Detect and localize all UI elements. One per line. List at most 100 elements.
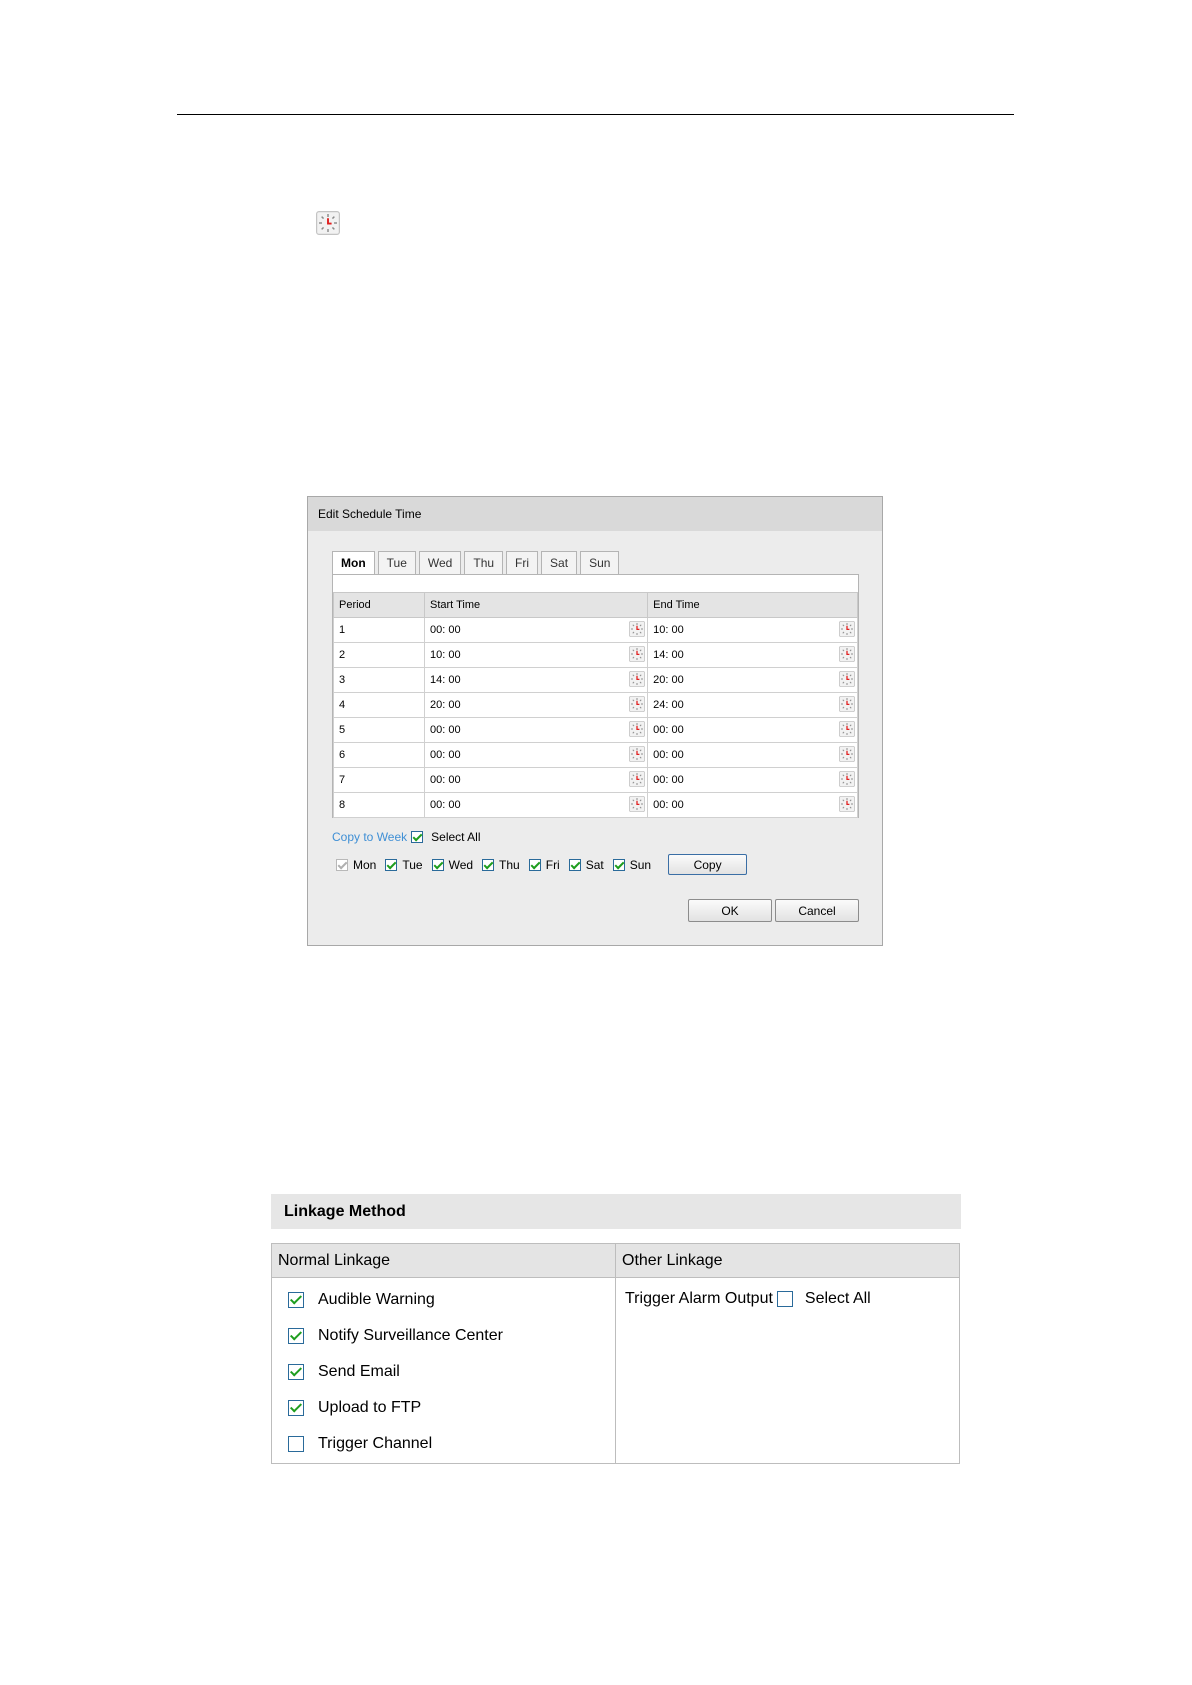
clock-icon[interactable]	[629, 746, 646, 762]
day-checkbox[interactable]	[431, 858, 444, 871]
start-time-cell[interactable]: 00: 00	[423, 617, 649, 643]
tab-thu[interactable]: Thu	[464, 551, 504, 574]
linkage-label: Upload to FTP	[318, 1399, 422, 1416]
linkage-option[interactable]: Upload to FTP	[272, 1390, 615, 1426]
linkage-checkbox[interactable]	[288, 1292, 304, 1308]
trigger-alarm-output-checkbox[interactable]	[776, 1291, 793, 1307]
select-all-checkbox[interactable]	[411, 831, 424, 843]
end-time-value: 00: 00	[653, 774, 684, 786]
tab-tue[interactable]: Tue	[377, 551, 416, 574]
end-time-value: 00: 00	[653, 799, 684, 811]
linkage-checkbox[interactable]	[288, 1436, 304, 1452]
end-time-cell[interactable]: 14: 00	[647, 642, 858, 668]
clock-icon[interactable]	[629, 646, 646, 662]
linkage-option[interactable]: Notify Surveillance Center	[272, 1318, 615, 1354]
normal-linkage-cell: Audible Warning Notify Surveillance Cente…	[271, 1277, 616, 1464]
period-cell: 5	[333, 717, 425, 743]
ok-button[interactable]: OK	[688, 899, 772, 922]
day-checkbox[interactable]	[385, 858, 398, 871]
end-time-value: 20: 00	[653, 674, 684, 686]
schedule-row: 2 10: 00 14: 00	[333, 642, 858, 668]
copy-day-sat[interactable]: Sat	[568, 858, 604, 872]
start-time-value: 00: 00	[430, 724, 461, 736]
schedule-row: 5 00: 00 00: 00	[333, 717, 858, 743]
copy-day-wed[interactable]: Wed	[431, 857, 474, 872]
clock-icon[interactable]	[839, 746, 855, 762]
linkage-option[interactable]: Send Email	[272, 1354, 615, 1390]
clock-icon[interactable]	[839, 796, 855, 812]
tab-fri[interactable]: Fri	[506, 551, 539, 574]
end-time-cell[interactable]: 00: 00	[647, 767, 858, 793]
end-time-value: 10: 00	[653, 624, 684, 636]
start-time-value: 00: 00	[430, 799, 461, 811]
start-time-cell[interactable]: 00: 00	[423, 717, 649, 743]
tab-wed[interactable]: Wed	[418, 551, 462, 574]
end-time-cell[interactable]: 10: 00	[647, 617, 858, 643]
day-checkbox[interactable]	[482, 858, 495, 871]
start-time-value: 00: 00	[430, 749, 461, 761]
period-cell: 4	[333, 692, 425, 718]
end-time-cell[interactable]: 20: 00	[647, 667, 858, 693]
clock-icon[interactable]	[629, 771, 646, 787]
day-checkbox	[336, 858, 348, 871]
end-time-cell[interactable]: 00: 00	[647, 792, 858, 818]
clock-icon[interactable]	[839, 621, 855, 637]
start-time-cell[interactable]: 20: 00	[423, 692, 649, 718]
clock-icon[interactable]	[629, 696, 646, 712]
start-time-cell[interactable]: 10: 00	[423, 642, 649, 668]
copy-button[interactable]: Copy	[668, 854, 748, 875]
day-checkbox[interactable]	[612, 858, 625, 871]
period-cell: 8	[333, 792, 425, 818]
clock-icon[interactable]	[839, 771, 855, 787]
end-time-value: 00: 00	[653, 724, 684, 736]
header-rule	[177, 114, 1014, 115]
clock-icon[interactable]	[629, 721, 646, 737]
linkage-checkbox[interactable]	[288, 1400, 304, 1416]
day-checkbox[interactable]	[528, 858, 541, 871]
tab-sat[interactable]: Sat	[541, 551, 578, 574]
schedule-table: Period Start Time End Time 1 00: 00 10: 00…	[333, 592, 858, 818]
end-time-value: 00: 00	[653, 749, 684, 761]
start-time-cell[interactable]: 14: 00	[423, 667, 649, 693]
copy-day-sun[interactable]: Sun	[612, 858, 651, 872]
copy-day-thu[interactable]: Thu	[482, 858, 520, 872]
tab-mon[interactable]: Mon	[332, 551, 375, 575]
start-time-header: Start Time	[423, 592, 649, 618]
clock-icon[interactable]	[629, 621, 646, 637]
start-time-cell[interactable]: 00: 00	[423, 742, 649, 768]
clock-icon[interactable]	[839, 721, 855, 737]
linkage-method-panel: Linkage Method Normal Linkage Other Link…	[271, 1194, 961, 1464]
day-checkbox[interactable]	[568, 858, 581, 871]
clock-icon[interactable]	[629, 796, 646, 812]
start-time-cell[interactable]: 00: 00	[423, 792, 649, 818]
schedule-row: 6 00: 00 00: 00	[333, 742, 858, 768]
day-label: Tue	[402, 857, 423, 872]
cancel-button[interactable]: Cancel	[775, 899, 859, 922]
copy-to-week-link[interactable]: Copy to Week	[332, 830, 407, 844]
end-time-value: 14: 00	[653, 649, 684, 661]
dialog-title: Edit Schedule Time	[308, 497, 882, 531]
clock-icon[interactable]	[839, 696, 855, 712]
day-tabs: Mon Tue Wed Thu Fri Sat Sun	[332, 551, 622, 575]
period-cell: 2	[333, 642, 425, 668]
end-time-cell[interactable]: 00: 00	[647, 742, 858, 768]
schedule-row: 3 14: 00 20: 00	[333, 667, 858, 693]
day-label: Wed	[448, 857, 474, 872]
copy-day-fri[interactable]: Fri	[528, 858, 560, 872]
end-time-cell[interactable]: 00: 00	[647, 717, 858, 743]
tab-sun[interactable]: Sun	[580, 551, 620, 574]
copy-day-tue[interactable]: Tue	[385, 857, 423, 872]
schedule-row: 7 00: 00 00: 00	[333, 767, 858, 793]
clock-icon[interactable]	[629, 671, 646, 687]
linkage-option[interactable]: Trigger Channel	[272, 1426, 615, 1462]
schedule-panel: Period Start Time End Time 1 00: 00 10: 00…	[332, 574, 859, 818]
end-time-cell[interactable]: 24: 00	[647, 692, 858, 718]
linkage-option[interactable]: Audible Warning	[272, 1282, 615, 1318]
linkage-checkbox[interactable]	[288, 1328, 304, 1344]
copy-day-mon: Mon	[336, 858, 376, 872]
start-time-cell[interactable]: 00: 00	[423, 767, 649, 793]
linkage-label: Trigger Channel	[318, 1435, 433, 1452]
linkage-checkbox[interactable]	[288, 1364, 304, 1380]
clock-icon[interactable]	[839, 646, 855, 662]
clock-icon[interactable]	[839, 671, 855, 687]
